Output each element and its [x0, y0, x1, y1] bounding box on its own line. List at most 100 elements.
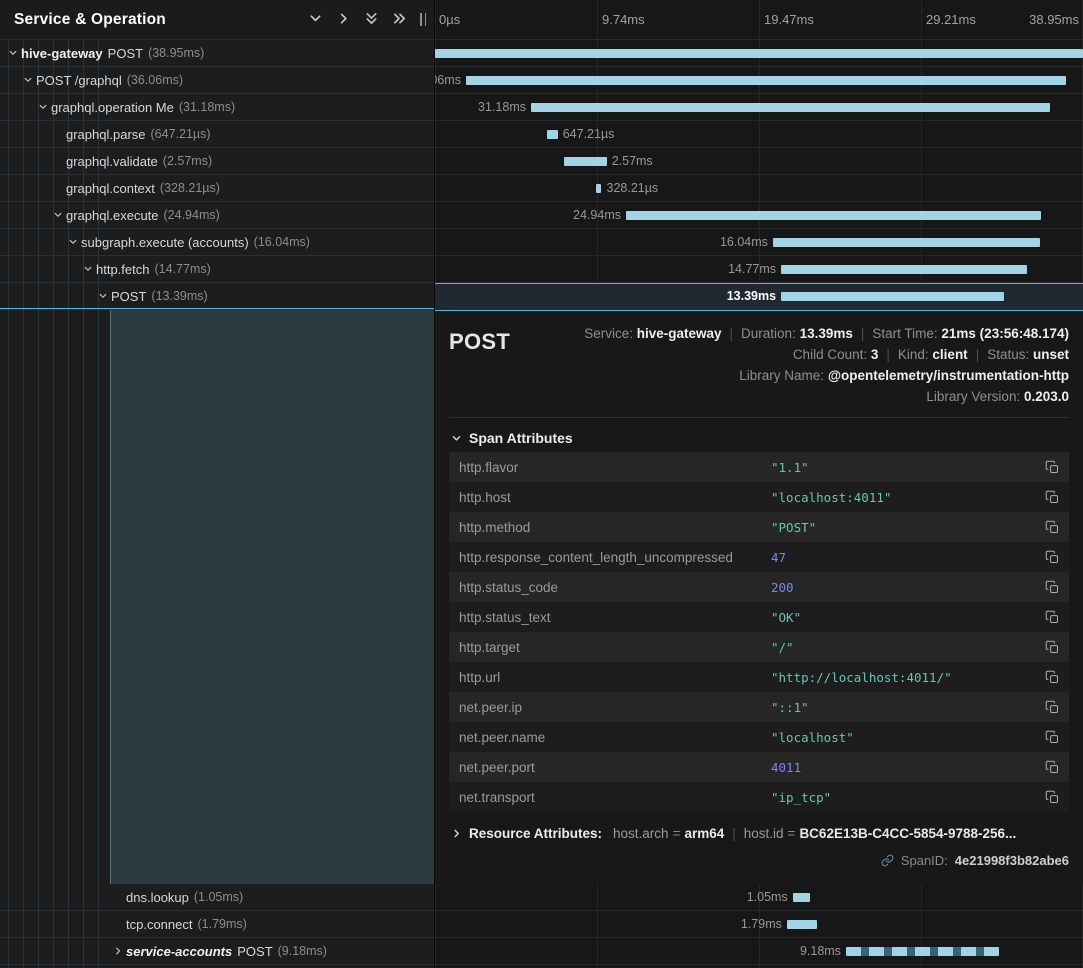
span-bar[interactable] [793, 893, 810, 902]
attribute-row: http.status_text"OK" [449, 602, 1069, 632]
span-bar[interactable] [781, 265, 1027, 274]
span-bar[interactable] [626, 211, 1041, 220]
span-row-graphql-validate[interactable]: graphql.validate(2.57ms) [0, 148, 434, 175]
waterfall-rows: 36.06ms31.18ms647.21µs2.57ms 328.21µs 24.9… [435, 40, 1083, 310]
expand-span-icon[interactable] [113, 946, 126, 956]
copy-icon[interactable] [1041, 636, 1063, 658]
span-row-hive-gateway-post[interactable]: hive-gatewayPOST(38.95ms) [0, 40, 434, 67]
span-bar[interactable] [564, 157, 607, 166]
attribute-row: http.response_content_length_uncompresse… [449, 542, 1069, 572]
collapse-all-button[interactable] [360, 9, 382, 31]
collapse-span-icon[interactable] [83, 264, 96, 274]
copy-icon[interactable] [1041, 756, 1063, 778]
link-icon[interactable] [881, 854, 894, 867]
waterfall-row-tcp-connect[interactable]: 1.79ms [435, 911, 1083, 938]
time-tick: 9.74ms [602, 12, 645, 27]
service-name: hive-gateway [21, 46, 103, 61]
span-meta-line: Service: hive-gateway|Duration: 13.39ms|… [584, 323, 1069, 344]
collapse-span-icon[interactable] [23, 75, 36, 85]
span-row-post-graphql[interactable]: POST /graphql(36.06ms) [0, 67, 434, 94]
waterfall-row-http-fetch[interactable]: 14.77ms [435, 256, 1083, 283]
attribute-row: http.method"POST" [449, 512, 1069, 542]
span-row-tcp-connect[interactable]: tcp.connect(1.79ms) [0, 911, 434, 938]
waterfall-row-graphql-context[interactable]: 328.21µs [435, 175, 1083, 202]
panel-divider[interactable] [434, 0, 435, 968]
meta-value: client [932, 347, 967, 362]
waterfall-row-subgraph-execute-accounts[interactable]: 16.04ms [435, 229, 1083, 256]
waterfall-rows: 1.05ms1.79ms9.18ms [435, 884, 1083, 965]
span-row-graphql-context[interactable]: graphql.context(328.21µs) [0, 175, 434, 202]
span-detail-left-fill [110, 310, 434, 884]
span-duration: (24.94ms) [164, 208, 220, 222]
span-row-graphql-operation-me[interactable]: graphql.operation Me(31.18ms) [0, 94, 434, 121]
waterfall-row-graphql-operation-me[interactable]: 31.18ms [435, 94, 1083, 121]
meta-value: 3 [871, 347, 879, 362]
copy-icon[interactable] [1041, 486, 1063, 508]
span-row-service-accounts-post[interactable]: service-accountsPOST(9.18ms) [0, 938, 434, 965]
span-bar[interactable] [547, 130, 558, 139]
collapse-one-button[interactable] [304, 9, 326, 31]
copy-icon[interactable] [1041, 576, 1063, 598]
attribute-key: http.method [459, 520, 771, 535]
copy-icon[interactable] [1041, 696, 1063, 718]
span-row-graphql-execute[interactable]: graphql.execute(24.94ms) [0, 202, 434, 229]
meta-value: 21ms (23:56:48.174) [941, 326, 1069, 341]
service-operation-panel: Service & Operation hive-gatewayPOST(38.… [0, 0, 434, 968]
span-duration-label: 328.21µs [602, 181, 659, 195]
waterfall-row-post[interactable]: 13.39ms [435, 283, 1083, 310]
expand-all-button[interactable] [388, 9, 410, 31]
attribute-value: 200 [771, 580, 1041, 595]
waterfall-row-service-accounts-post[interactable]: 9.18ms [435, 938, 1083, 965]
collapse-span-icon[interactable] [98, 291, 111, 301]
span-row-http-fetch[interactable]: http.fetch(14.77ms) [0, 256, 434, 283]
copy-icon[interactable] [1041, 546, 1063, 568]
waterfall-row-post-graphql[interactable]: 36.06ms [435, 67, 1083, 94]
span-row-dns-lookup[interactable]: dns.lookup(1.05ms) [0, 884, 434, 911]
operation-name: POST [108, 46, 143, 61]
copy-icon[interactable] [1041, 786, 1063, 808]
panel-title: Service & Operation [14, 11, 304, 29]
expand-one-button[interactable] [332, 9, 354, 31]
span-duration-label: 16.04ms [720, 235, 773, 249]
time-tick: 0µs [439, 12, 460, 27]
waterfall-row-graphql-validate[interactable]: 2.57ms [435, 148, 1083, 175]
span-row-subgraph-execute-accounts[interactable]: subgraph.execute (accounts)(16.04ms) [0, 229, 434, 256]
span-duration-label: 14.77ms [728, 262, 781, 276]
copy-icon[interactable] [1041, 516, 1063, 538]
resource-value: BC62E13B-C4CC-5854-9788-256... [799, 826, 1016, 841]
span-duration: (1.79ms) [198, 917, 247, 931]
waterfall-row-hive-gateway-post[interactable] [435, 40, 1083, 67]
span-title: POST [449, 323, 510, 355]
span-bar[interactable] [773, 238, 1040, 247]
waterfall-row-graphql-execute[interactable]: 24.94ms [435, 202, 1083, 229]
span-row-graphql-parse[interactable]: graphql.parse(647.21µs) [0, 121, 434, 148]
waterfall-row-dns-lookup[interactable]: 1.05ms [435, 884, 1083, 911]
panel-resize-handle[interactable] [418, 11, 428, 28]
copy-icon[interactable] [1041, 666, 1063, 688]
span-bar[interactable] [531, 103, 1050, 112]
span-bar[interactable] [466, 76, 1066, 85]
collapse-span-icon[interactable] [68, 237, 81, 247]
chevron-right-icon [451, 828, 462, 839]
attribute-row: http.host"localhost:4011" [449, 482, 1069, 512]
waterfall-row-graphql-parse[interactable]: 647.21µs [435, 121, 1083, 148]
copy-icon[interactable] [1041, 726, 1063, 748]
attribute-key: http.status_code [459, 580, 771, 595]
span-bar[interactable] [787, 920, 817, 929]
attribute-key: http.status_text [459, 610, 771, 625]
collapse-span-icon[interactable] [53, 210, 66, 220]
span-bar[interactable] [781, 292, 1004, 301]
operation-name: POST /graphql [36, 73, 122, 88]
resource-attributes-row[interactable]: Resource Attributes: host.arch=arm64|hos… [451, 826, 1069, 841]
copy-icon[interactable] [1041, 456, 1063, 478]
span-row-post[interactable]: POST(13.39ms) [0, 283, 434, 310]
collapse-span-icon[interactable] [38, 102, 51, 112]
copy-icon[interactable] [1041, 606, 1063, 628]
attribute-key: net.transport [459, 790, 771, 805]
span-attributes-header[interactable]: Span Attributes [451, 430, 1069, 446]
attribute-row: net.peer.port4011 [449, 752, 1069, 782]
span-bar[interactable] [435, 49, 1083, 58]
collapse-span-icon[interactable] [8, 48, 21, 58]
span-bar[interactable] [846, 947, 999, 956]
meta-label: Service: [584, 326, 637, 341]
